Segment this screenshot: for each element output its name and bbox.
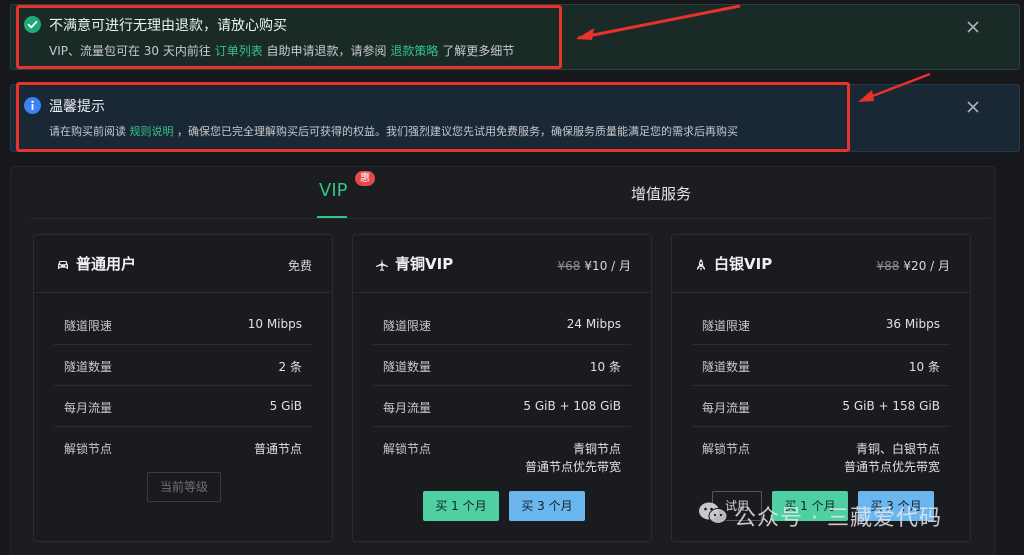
- spec-label: 隧道限速: [383, 319, 432, 333]
- spec-label: 隧道限速: [64, 319, 113, 333]
- spec-label: 每月流量: [383, 401, 432, 415]
- spec-value-secondary: 普通节点优先带宽: [843, 460, 940, 474]
- spec-value: 5 GiB + 158 GiB: [842, 399, 940, 413]
- watermark-text: 公众号 · 三藏爱代码: [734, 506, 942, 531]
- spec-row: 隧道数量 10 条: [692, 345, 950, 386]
- close-icon[interactable]: [967, 18, 979, 33]
- plane-icon: [375, 257, 389, 271]
- spec-value: 10 条: [589, 360, 621, 374]
- spec-label: 解锁节点: [383, 442, 432, 456]
- info-icon: [24, 97, 41, 114]
- spec-value: 青铜、白银节点: [855, 442, 940, 456]
- spec-value: 24 Mibps: [566, 317, 621, 331]
- spec-row: 解锁节点 青铜节点普通节点优先带宽: [373, 427, 631, 474]
- spec-row: 隧道限速 36 Mibps: [692, 304, 950, 345]
- spec-label: 每月流量: [702, 401, 751, 415]
- spec-value: 普通节点: [253, 442, 302, 456]
- spec-row: 每月流量 5 GiB + 158 GiB: [692, 386, 950, 427]
- spec-label: 解锁节点: [702, 442, 751, 456]
- spec-label: 隧道限速: [702, 319, 751, 333]
- plan-name: 普通用户: [76, 255, 137, 273]
- buy-3-months-button[interactable]: 买 3 个月: [509, 491, 585, 521]
- spec-label: 隧道数量: [64, 360, 113, 374]
- spec-row: 隧道限速 10 Mibps: [54, 304, 312, 345]
- spec-row: 每月流量 5 GiB: [54, 386, 312, 427]
- notice-alert-description: 请在购买前阅读 规则说明 ，确保您已完全理解购买后可获得的权益。我们强烈建议您先…: [49, 123, 738, 139]
- spec-value: 10 条: [908, 360, 940, 374]
- notice-text-1: 请在购买前阅读: [49, 125, 130, 138]
- refund-alert-title: 不满意可进行无理由退款，请放心购买: [49, 18, 287, 34]
- discount-badge: 惠: [355, 171, 375, 186]
- tab-vip[interactable]: VIP: [319, 180, 347, 201]
- plan-price: ¥68 ¥10 / 月: [558, 257, 631, 274]
- card-header: 青铜VIP ¥68 ¥10 / 月: [353, 235, 651, 293]
- tab-bar: VIP 惠 增值服务: [31, 167, 991, 219]
- refund-text-1: VIP、流量包可在 30 天内前往: [49, 44, 215, 58]
- spec-value: 5 GiB: [269, 399, 302, 413]
- original-price: ¥88: [876, 259, 900, 273]
- spec-value: 10 Mibps: [247, 317, 302, 331]
- spec-label: 解锁节点: [64, 442, 113, 456]
- tab-value-added-services[interactable]: 增值服务: [631, 183, 691, 204]
- plan-card-basic: 普通用户 免费 隧道限速 10 Mibps 隧道数量 2 条 每月流量 5 GiB 解…: [33, 234, 333, 542]
- wechat-logo-icon: [698, 500, 728, 526]
- plan-card-bronze: 青铜VIP ¥68 ¥10 / 月 隧道限速 24 Mibps 隧道数量 10 条 每…: [352, 234, 652, 542]
- spec-row: 隧道数量 10 条: [373, 345, 631, 386]
- spec-value: 2 条: [278, 360, 302, 374]
- plan-price-value: 免费: [287, 259, 312, 273]
- notice-alert-title: 温馨提示: [49, 99, 105, 115]
- spec-row: 解锁节点 普通节点: [54, 427, 312, 468]
- refund-text-3: 了解更多细节: [438, 44, 515, 58]
- plan-price-value: ¥10 / 月: [584, 259, 631, 273]
- notice-alert: 温馨提示 请在购买前阅读 规则说明 ，确保您已完全理解购买后可获得的权益。我们强…: [10, 84, 1020, 152]
- refund-policy-link[interactable]: 退款策略: [390, 44, 438, 58]
- spec-value: 5 GiB + 108 GiB: [523, 399, 621, 413]
- spec-row: 每月流量 5 GiB + 108 GiB: [373, 386, 631, 427]
- original-price: ¥68: [557, 259, 581, 273]
- spec-label: 每月流量: [64, 401, 113, 415]
- spec-row: 隧道限速 24 Mibps: [373, 304, 631, 345]
- buy-1-month-button[interactable]: 买 1 个月: [423, 491, 499, 521]
- active-tab-indicator: [317, 216, 347, 218]
- rocket-icon: [694, 257, 708, 271]
- close-icon[interactable]: [967, 98, 979, 113]
- card-header: 普通用户 免费: [34, 235, 332, 293]
- current-level-button[interactable]: 当前等级: [147, 472, 221, 502]
- plan-card-silver: 白银VIP ¥88 ¥20 / 月 隧道限速 36 Mibps 隧道数量 10 条 每…: [671, 234, 971, 542]
- spec-value: 36 Mibps: [885, 317, 940, 331]
- plan-price: ¥88 ¥20 / 月: [877, 257, 950, 274]
- rules-link[interactable]: 规则说明: [130, 125, 174, 138]
- spec-label: 隧道数量: [383, 360, 432, 374]
- plan-name: 青铜VIP: [395, 255, 454, 273]
- refund-alert: 不满意可进行无理由退款，请放心购买 VIP、流量包可在 30 天内前往 订单列表…: [10, 4, 1020, 70]
- spec-label: 隧道数量: [702, 360, 751, 374]
- card-header: 白银VIP ¥88 ¥20 / 月: [672, 235, 970, 293]
- spec-row: 解锁节点 青铜、白银节点普通节点优先带宽: [692, 427, 950, 474]
- pricing-panel: VIP 惠 增值服务 普通用户 免费 隧道限速 10 Mibps 隧道数量 2 条 …: [10, 166, 996, 555]
- plan-name: 白银VIP: [714, 255, 773, 273]
- plan-price-value: ¥20 / 月: [903, 259, 950, 273]
- spec-value: 青铜节点: [572, 442, 621, 456]
- spec-row: 隧道数量 2 条: [54, 345, 312, 386]
- car-icon: [56, 257, 70, 271]
- spec-value-secondary: 普通节点优先带宽: [524, 460, 621, 474]
- notice-text-2: ，确保您已完全理解购买后可获得的权益。我们强烈建议您先试用免费服务，确保服务质量…: [173, 125, 738, 138]
- plan-price: 免费: [288, 257, 312, 274]
- refund-text-2: 自助申请退款，请参阅: [262, 44, 391, 58]
- refund-alert-description: VIP、流量包可在 30 天内前往 订单列表 自助申请退款，请参阅 退款策略 了…: [49, 42, 514, 59]
- check-circle-icon: [24, 16, 41, 33]
- order-list-link[interactable]: 订单列表: [215, 44, 263, 58]
